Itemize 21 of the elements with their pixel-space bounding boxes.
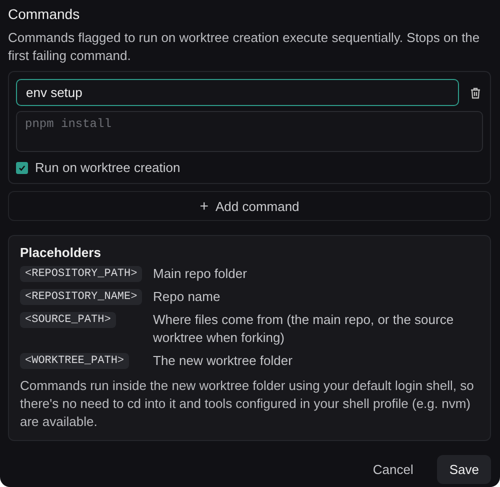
save-button[interactable]: Save <box>437 455 491 484</box>
command-name-field[interactable]: env setup <box>16 79 459 106</box>
command-field[interactable]: pnpm install <box>16 111 483 152</box>
placeholder-token: <SOURCE_PATH> <box>20 312 116 328</box>
placeholder-description: Main repo folder <box>153 265 248 283</box>
placeholder-description: The new worktree folder <box>153 352 294 370</box>
placeholder-description: Where files come from (the main repo, or the source worktree when forking) <box>153 311 455 347</box>
placeholder-description: Repo name <box>153 288 222 306</box>
check-icon <box>18 164 26 172</box>
cancel-button[interactable]: Cancel <box>360 455 426 484</box>
checkbox-label: Run on worktree creation <box>35 160 180 175</box>
section-title: Placeholders <box>20 245 102 260</box>
section-title: Commands <box>8 5 81 23</box>
trash-icon <box>470 86 480 98</box>
checkbox[interactable] <box>16 162 28 174</box>
add-command-button[interactable]: + Add command <box>8 191 491 221</box>
placeholder-token: <REPOSITORY_NAME> <box>20 289 142 305</box>
placeholder-token: <REPOSITORY_PATH> <box>20 266 142 282</box>
placeholder-token: <WORKTREE_PATH> <box>20 353 130 369</box>
description: Commands flagged to run on worktree creation execute sequentially. Stops on the first failing command. <box>8 29 481 65</box>
help-text: Commands run inside the new worktree folder using your default login shell, so there's no need to cd into it and tools configured in your shell profile (e.g. nvm) are available. <box>20 377 475 431</box>
